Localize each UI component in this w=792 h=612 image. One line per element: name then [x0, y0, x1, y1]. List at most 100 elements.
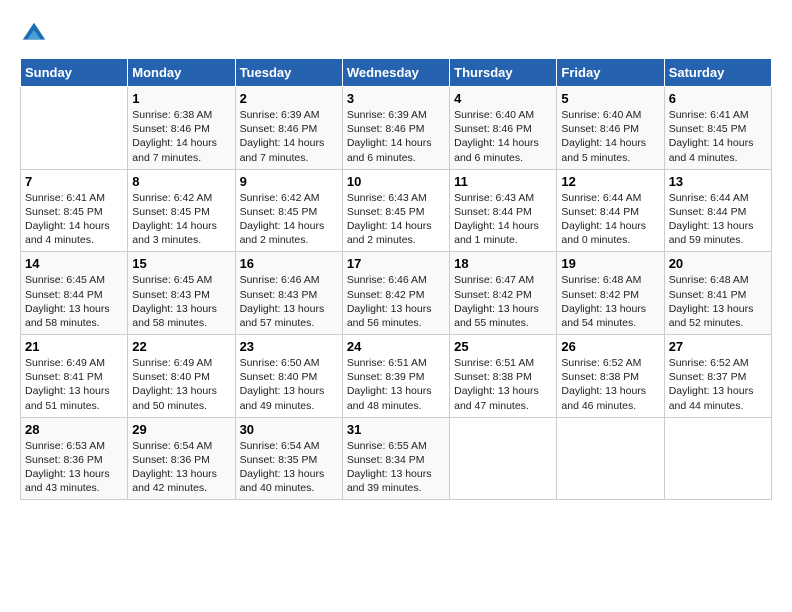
- calendar-week-2: 14 Sunrise: 6:45 AM Sunset: 8:44 PM Dayli…: [21, 252, 772, 335]
- calendar-cell: 29 Sunrise: 6:54 AM Sunset: 8:36 PM Dayli…: [128, 417, 235, 500]
- calendar-week-0: 1 Sunrise: 6:38 AM Sunset: 8:46 PM Daylig…: [21, 87, 772, 170]
- calendar-cell: 2Sunrise: 6:39 AM Sunset: 8:46 PM Daylig…: [235, 87, 342, 170]
- day-info: Sunrise: 6:38 AM Sunset: 8:46 PM Dayligh…: [132, 108, 230, 165]
- day-number: 28: [25, 422, 123, 437]
- calendar-cell: 15 Sunrise: 6:45 AM Sunset: 8:43 PM Dayli…: [128, 252, 235, 335]
- day-info: Sunrise: 6:52 AM Sunset: 8:38 PM Dayligh…: [561, 356, 659, 413]
- day-info: Sunrise: 6:41 AM Sunset: 8:45 PM Dayligh…: [25, 191, 123, 248]
- day-info: Sunrise: 6:54 AM Sunset: 8:35 PM Dayligh…: [240, 439, 338, 496]
- day-number: 31: [347, 422, 445, 437]
- day-number: 29: [132, 422, 230, 437]
- header-day-saturday: Saturday: [664, 59, 771, 87]
- calendar-cell: 7Sunrise: 6:41 AM Sunset: 8:45 PM Daylig…: [21, 169, 128, 252]
- calendar-cell: 31 Sunrise: 6:55 AM Sunset: 8:34 PM Dayli…: [342, 417, 449, 500]
- calendar-cell: 12 Sunrise: 6:44 AM Sunset: 8:44 PM Dayli…: [557, 169, 664, 252]
- day-number: 24: [347, 339, 445, 354]
- day-info: Sunrise: 6:39 AM Sunset: 8:46 PM Dayligh…: [347, 108, 445, 165]
- day-number: 5: [561, 91, 659, 106]
- day-info: Sunrise: 6:40 AM Sunset: 8:46 PM Dayligh…: [454, 108, 552, 165]
- calendar-cell: 20Sunrise: 6:48 AM Sunset: 8:41 PM Dayli…: [664, 252, 771, 335]
- day-info: Sunrise: 6:50 AM Sunset: 8:40 PM Dayligh…: [240, 356, 338, 413]
- calendar-cell: 8 Sunrise: 6:42 AM Sunset: 8:45 PM Daylig…: [128, 169, 235, 252]
- calendar-cell: [21, 87, 128, 170]
- header-day-tuesday: Tuesday: [235, 59, 342, 87]
- day-number: 15: [132, 256, 230, 271]
- calendar-cell: 22 Sunrise: 6:49 AM Sunset: 8:40 PM Dayli…: [128, 335, 235, 418]
- day-number: 1: [132, 91, 230, 106]
- day-number: 8: [132, 174, 230, 189]
- day-number: 18: [454, 256, 552, 271]
- logo: [20, 20, 52, 48]
- day-info: Sunrise: 6:44 AM Sunset: 8:44 PM Dayligh…: [561, 191, 659, 248]
- page-header: [20, 20, 772, 48]
- day-info: Sunrise: 6:46 AM Sunset: 8:42 PM Dayligh…: [347, 273, 445, 330]
- day-info: Sunrise: 6:43 AM Sunset: 8:45 PM Dayligh…: [347, 191, 445, 248]
- header-day-monday: Monday: [128, 59, 235, 87]
- day-number: 25: [454, 339, 552, 354]
- calendar-cell: 9Sunrise: 6:42 AM Sunset: 8:45 PM Daylig…: [235, 169, 342, 252]
- day-info: Sunrise: 6:47 AM Sunset: 8:42 PM Dayligh…: [454, 273, 552, 330]
- calendar-cell: [557, 417, 664, 500]
- calendar-cell: 17 Sunrise: 6:46 AM Sunset: 8:42 PM Dayli…: [342, 252, 449, 335]
- calendar-cell: 30 Sunrise: 6:54 AM Sunset: 8:35 PM Dayli…: [235, 417, 342, 500]
- day-number: 4: [454, 91, 552, 106]
- calendar-cell: 16Sunrise: 6:46 AM Sunset: 8:43 PM Dayli…: [235, 252, 342, 335]
- day-info: Sunrise: 6:53 AM Sunset: 8:36 PM Dayligh…: [25, 439, 123, 496]
- calendar-cell: 23 Sunrise: 6:50 AM Sunset: 8:40 PM Dayli…: [235, 335, 342, 418]
- calendar-cell: 3 Sunrise: 6:39 AM Sunset: 8:46 PM Daylig…: [342, 87, 449, 170]
- day-number: 11: [454, 174, 552, 189]
- day-number: 16: [240, 256, 338, 271]
- day-info: Sunrise: 6:49 AM Sunset: 8:41 PM Dayligh…: [25, 356, 123, 413]
- calendar-body: 1 Sunrise: 6:38 AM Sunset: 8:46 PM Daylig…: [21, 87, 772, 500]
- header-row: SundayMondayTuesdayWednesdayThursdayFrid…: [21, 59, 772, 87]
- day-info: Sunrise: 6:44 AM Sunset: 8:44 PM Dayligh…: [669, 191, 767, 248]
- calendar-week-4: 28 Sunrise: 6:53 AM Sunset: 8:36 PM Dayli…: [21, 417, 772, 500]
- day-info: Sunrise: 6:48 AM Sunset: 8:42 PM Dayligh…: [561, 273, 659, 330]
- day-number: 22: [132, 339, 230, 354]
- day-info: Sunrise: 6:51 AM Sunset: 8:38 PM Dayligh…: [454, 356, 552, 413]
- day-info: Sunrise: 6:52 AM Sunset: 8:37 PM Dayligh…: [669, 356, 767, 413]
- day-number: 10: [347, 174, 445, 189]
- day-info: Sunrise: 6:45 AM Sunset: 8:44 PM Dayligh…: [25, 273, 123, 330]
- day-number: 9: [240, 174, 338, 189]
- calendar-header: SundayMondayTuesdayWednesdayThursdayFrid…: [21, 59, 772, 87]
- calendar-week-1: 7Sunrise: 6:41 AM Sunset: 8:45 PM Daylig…: [21, 169, 772, 252]
- day-number: 27: [669, 339, 767, 354]
- calendar-cell: [664, 417, 771, 500]
- day-number: 30: [240, 422, 338, 437]
- logo-icon: [20, 20, 48, 48]
- day-number: 6: [669, 91, 767, 106]
- day-info: Sunrise: 6:40 AM Sunset: 8:46 PM Dayligh…: [561, 108, 659, 165]
- calendar-cell: 11 Sunrise: 6:43 AM Sunset: 8:44 PM Dayli…: [450, 169, 557, 252]
- day-info: Sunrise: 6:55 AM Sunset: 8:34 PM Dayligh…: [347, 439, 445, 496]
- day-info: Sunrise: 6:43 AM Sunset: 8:44 PM Dayligh…: [454, 191, 552, 248]
- day-number: 3: [347, 91, 445, 106]
- calendar-cell: [450, 417, 557, 500]
- day-number: 14: [25, 256, 123, 271]
- day-number: 21: [25, 339, 123, 354]
- day-info: Sunrise: 6:49 AM Sunset: 8:40 PM Dayligh…: [132, 356, 230, 413]
- calendar-cell: 10 Sunrise: 6:43 AM Sunset: 8:45 PM Dayli…: [342, 169, 449, 252]
- calendar-cell: 24Sunrise: 6:51 AM Sunset: 8:39 PM Dayli…: [342, 335, 449, 418]
- day-info: Sunrise: 6:45 AM Sunset: 8:43 PM Dayligh…: [132, 273, 230, 330]
- day-info: Sunrise: 6:39 AM Sunset: 8:46 PM Dayligh…: [240, 108, 338, 165]
- day-number: 23: [240, 339, 338, 354]
- day-number: 12: [561, 174, 659, 189]
- calendar-cell: 28 Sunrise: 6:53 AM Sunset: 8:36 PM Dayli…: [21, 417, 128, 500]
- day-info: Sunrise: 6:41 AM Sunset: 8:45 PM Dayligh…: [669, 108, 767, 165]
- calendar-cell: 4 Sunrise: 6:40 AM Sunset: 8:46 PM Daylig…: [450, 87, 557, 170]
- day-info: Sunrise: 6:54 AM Sunset: 8:36 PM Dayligh…: [132, 439, 230, 496]
- day-number: 20: [669, 256, 767, 271]
- calendar-table: SundayMondayTuesdayWednesdayThursdayFrid…: [20, 58, 772, 500]
- calendar-cell: 27 Sunrise: 6:52 AM Sunset: 8:37 PM Dayli…: [664, 335, 771, 418]
- calendar-cell: 14 Sunrise: 6:45 AM Sunset: 8:44 PM Dayli…: [21, 252, 128, 335]
- day-number: 19: [561, 256, 659, 271]
- calendar-cell: 6 Sunrise: 6:41 AM Sunset: 8:45 PM Daylig…: [664, 87, 771, 170]
- calendar-cell: 18 Sunrise: 6:47 AM Sunset: 8:42 PM Dayli…: [450, 252, 557, 335]
- day-number: 17: [347, 256, 445, 271]
- calendar-cell: 26Sunrise: 6:52 AM Sunset: 8:38 PM Dayli…: [557, 335, 664, 418]
- header-day-friday: Friday: [557, 59, 664, 87]
- day-info: Sunrise: 6:42 AM Sunset: 8:45 PM Dayligh…: [132, 191, 230, 248]
- header-day-wednesday: Wednesday: [342, 59, 449, 87]
- header-day-sunday: Sunday: [21, 59, 128, 87]
